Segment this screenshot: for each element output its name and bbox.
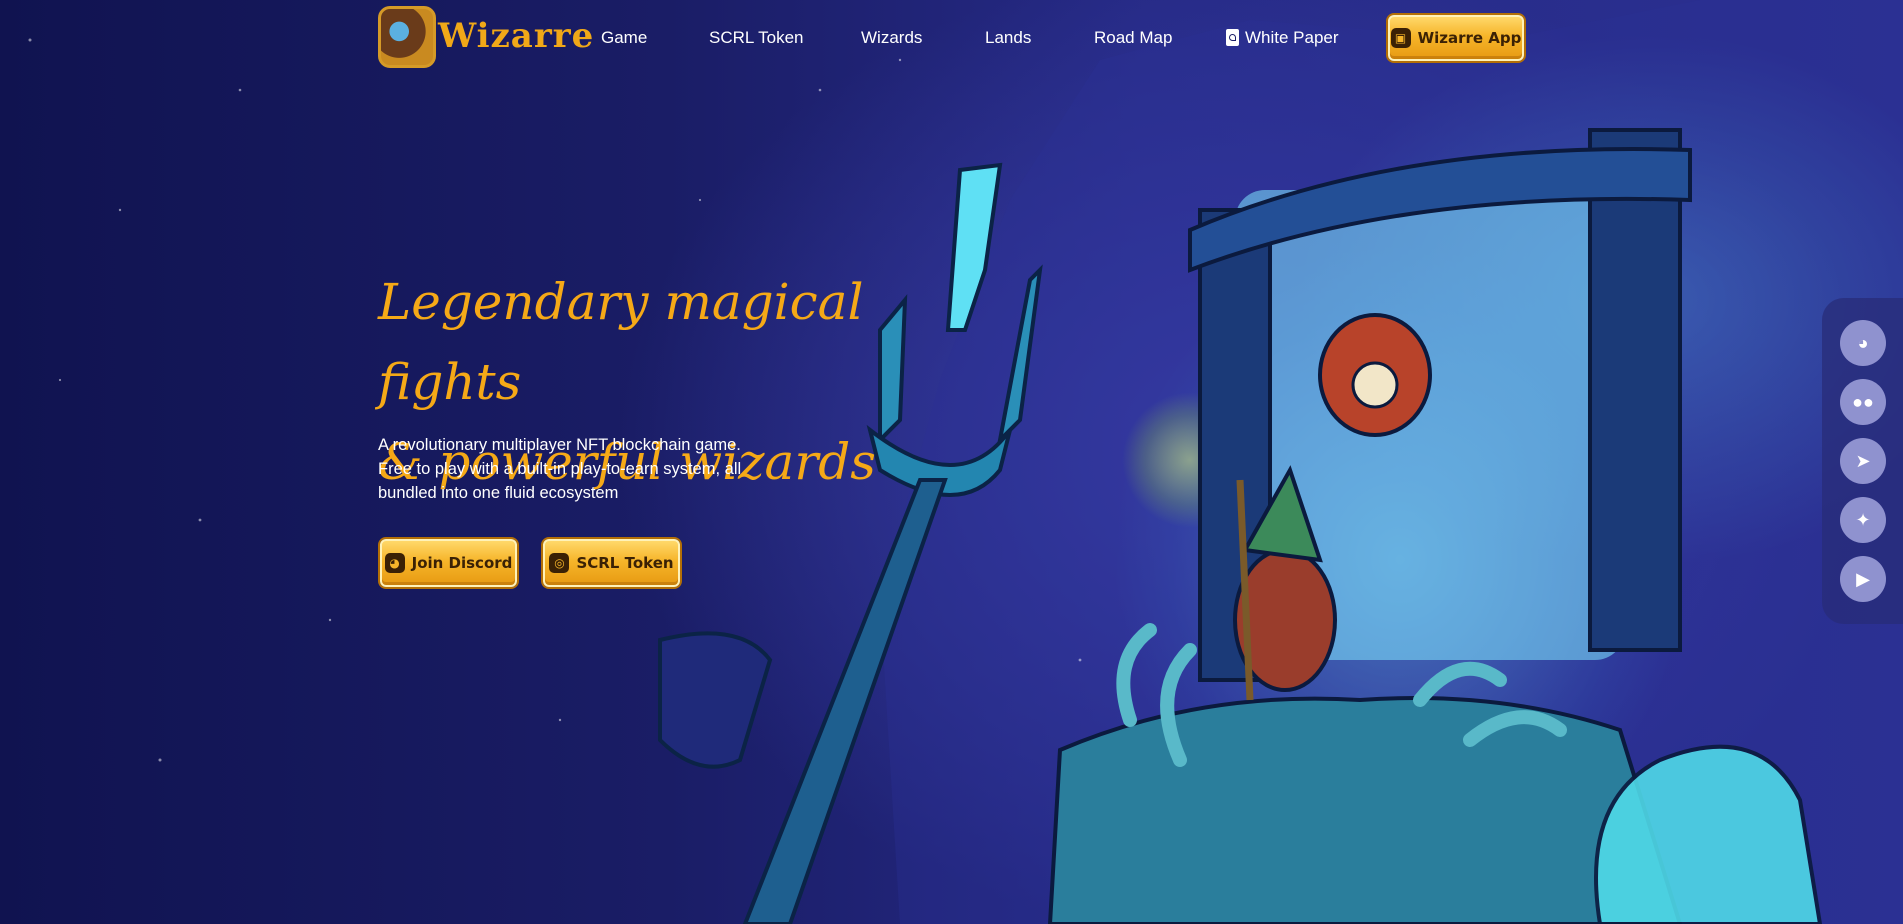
medium-icon: ●● [1852,391,1874,412]
scrl-token-button[interactable]: ◎ SCRL Token [543,539,680,587]
join-discord-button[interactable]: ◕ Join Discord [380,539,517,587]
hero-subtitle-line2: Free to play with a built-in play-to-ear… [378,460,742,478]
join-discord-label: Join Discord [411,554,513,572]
discord-icon: ◕ [1857,332,1869,353]
wizarre-app-button[interactable]: ▣ Wizarre App [1388,15,1524,61]
social-youtube-button[interactable]: ▶ [1840,556,1886,602]
telegram-icon: ➤ [1855,450,1871,471]
white-paper-label: White Paper [1245,28,1339,47]
hero-subtitle-line3: bundled into one fluid ecosystem [378,484,619,502]
hero-subtitle: A revolutionary multiplayer NFT blockcha… [378,433,768,505]
social-discord-button[interactable]: ◕ [1840,320,1886,366]
twitter-icon: ✦ [1855,509,1871,530]
hero-subtitle-line1: A revolutionary multiplayer NFT blockcha… [378,436,741,454]
discord-icon: ◕ [384,553,405,573]
scrl-token-label: SCRL Token [576,554,674,572]
social-medium-button[interactable]: ●● [1840,379,1886,425]
nav-link-white-paper[interactable]: White Paper [1226,28,1339,48]
nav-link-game[interactable]: Game [601,28,647,48]
wizarre-emblem-icon [378,6,436,68]
logo-text: Wizarre [438,16,595,56]
youtube-icon: ▶ [1856,568,1870,589]
pdf-file-icon [1226,29,1239,46]
social-telegram-button[interactable]: ➤ [1840,438,1886,484]
wizarre-logo[interactable]: Wizarre [378,4,593,70]
hero-illustration [28,0,1903,924]
nav-link-scrl-token[interactable]: SCRL Token [709,28,804,48]
coins-icon: ◎ [549,553,570,573]
social-twitter-button[interactable]: ✦ [1840,497,1886,543]
wizarre-app-label: Wizarre App [1417,29,1522,47]
nav-link-lands[interactable]: Lands [985,28,1031,48]
treasure-chest-icon: ▣ [1390,28,1411,48]
nav-link-road-map[interactable]: Road Map [1094,28,1172,48]
hero-title-line1: Legendary magical fights [378,273,864,411]
nav-link-wizards[interactable]: Wizards [861,28,922,48]
